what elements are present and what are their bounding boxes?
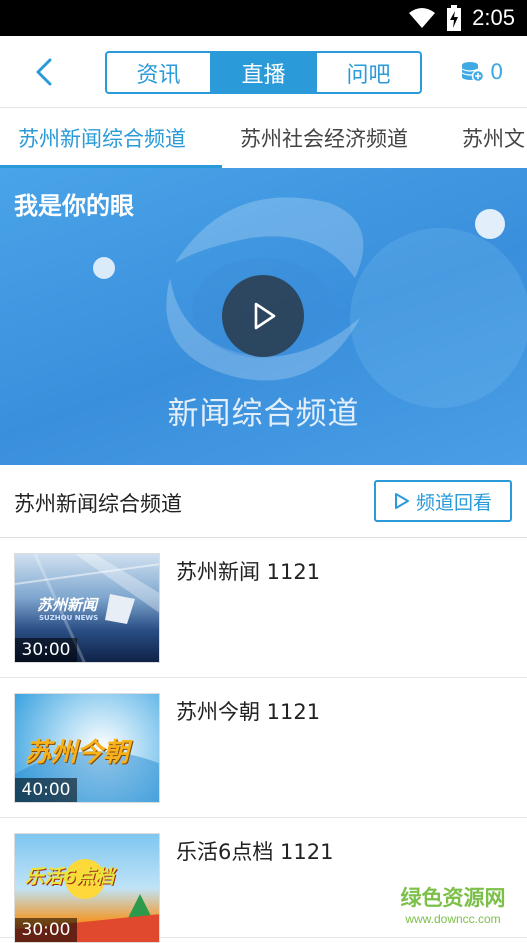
play-outline-icon bbox=[394, 493, 409, 509]
program-duration: 30:00 bbox=[15, 638, 77, 662]
thumbnail-text: 苏州今朝 bbox=[25, 738, 130, 768]
thumbnail-text: 苏州新闻 bbox=[37, 596, 98, 614]
tab-suzhou-economy[interactable]: 苏州社会经济频道 bbox=[222, 108, 444, 168]
program-title: 苏州新闻 1121 bbox=[176, 560, 321, 584]
program-title: 乐活6点档 1121 bbox=[176, 840, 334, 864]
segment-ask[interactable]: 问吧 bbox=[315, 53, 420, 92]
site-watermark: 绿色资源网 www.downcc.com bbox=[388, 882, 518, 926]
program-item[interactable]: 苏州新闻 SUZHOU NEWS 30:00 苏州新闻 1121 bbox=[0, 538, 527, 678]
segment-news[interactable]: 资讯 bbox=[107, 53, 210, 92]
program-item[interactable]: 苏州今朝 40:00 苏州今朝 1121 bbox=[0, 678, 527, 818]
back-arrow-icon[interactable] bbox=[28, 54, 64, 90]
watermark-name: 绿色资源网 bbox=[400, 886, 506, 910]
channel-header: 苏州新闻综合频道 频道回看 bbox=[0, 465, 527, 538]
channel-tabs: 苏州新闻综合频道 苏州社会经济频道 苏州文 bbox=[0, 108, 527, 168]
segment-live[interactable]: 直播 bbox=[210, 53, 315, 92]
wifi-icon bbox=[409, 8, 436, 28]
coin-button[interactable]: 0 bbox=[460, 60, 503, 84]
replay-label: 频道回看 bbox=[415, 491, 492, 514]
watermark-url: www.downcc.com bbox=[405, 912, 501, 926]
battery-icon bbox=[447, 5, 462, 31]
program-thumbnail: 苏州今朝 40:00 bbox=[14, 693, 160, 803]
thumbnail-text: 乐活6点档 bbox=[25, 866, 115, 888]
program-duration: 30:00 bbox=[15, 918, 77, 942]
status-time: 2:05 bbox=[472, 5, 515, 30]
thumbnail-subtext: SUZHOU NEWS bbox=[39, 614, 99, 622]
section-switcher: 资讯 直播 问吧 bbox=[105, 51, 422, 94]
status-bar: 2:05 bbox=[0, 0, 527, 36]
play-icon bbox=[254, 302, 276, 330]
play-button[interactable] bbox=[222, 275, 304, 357]
coins-icon bbox=[461, 62, 484, 83]
tab-suzhou-culture[interactable]: 苏州文 bbox=[444, 108, 525, 168]
channel-replay-button[interactable]: 频道回看 bbox=[374, 480, 512, 522]
video-channel-logo-text: 新闻综合频道 bbox=[167, 396, 360, 432]
channel-name: 苏州新闻综合频道 bbox=[14, 492, 182, 516]
program-duration: 40:00 bbox=[15, 778, 77, 802]
coin-count: 0 bbox=[490, 60, 504, 84]
video-title: 我是你的眼 bbox=[14, 192, 134, 220]
program-thumbnail: 苏州新闻 SUZHOU NEWS 30:00 bbox=[14, 553, 160, 663]
program-thumbnail: 乐活6点档 30:00 bbox=[14, 833, 160, 943]
tab-suzhou-news[interactable]: 苏州新闻综合频道 bbox=[0, 108, 222, 168]
app-bar: 资讯 直播 问吧 0 bbox=[0, 36, 527, 108]
program-title: 苏州今朝 1121 bbox=[176, 700, 321, 724]
